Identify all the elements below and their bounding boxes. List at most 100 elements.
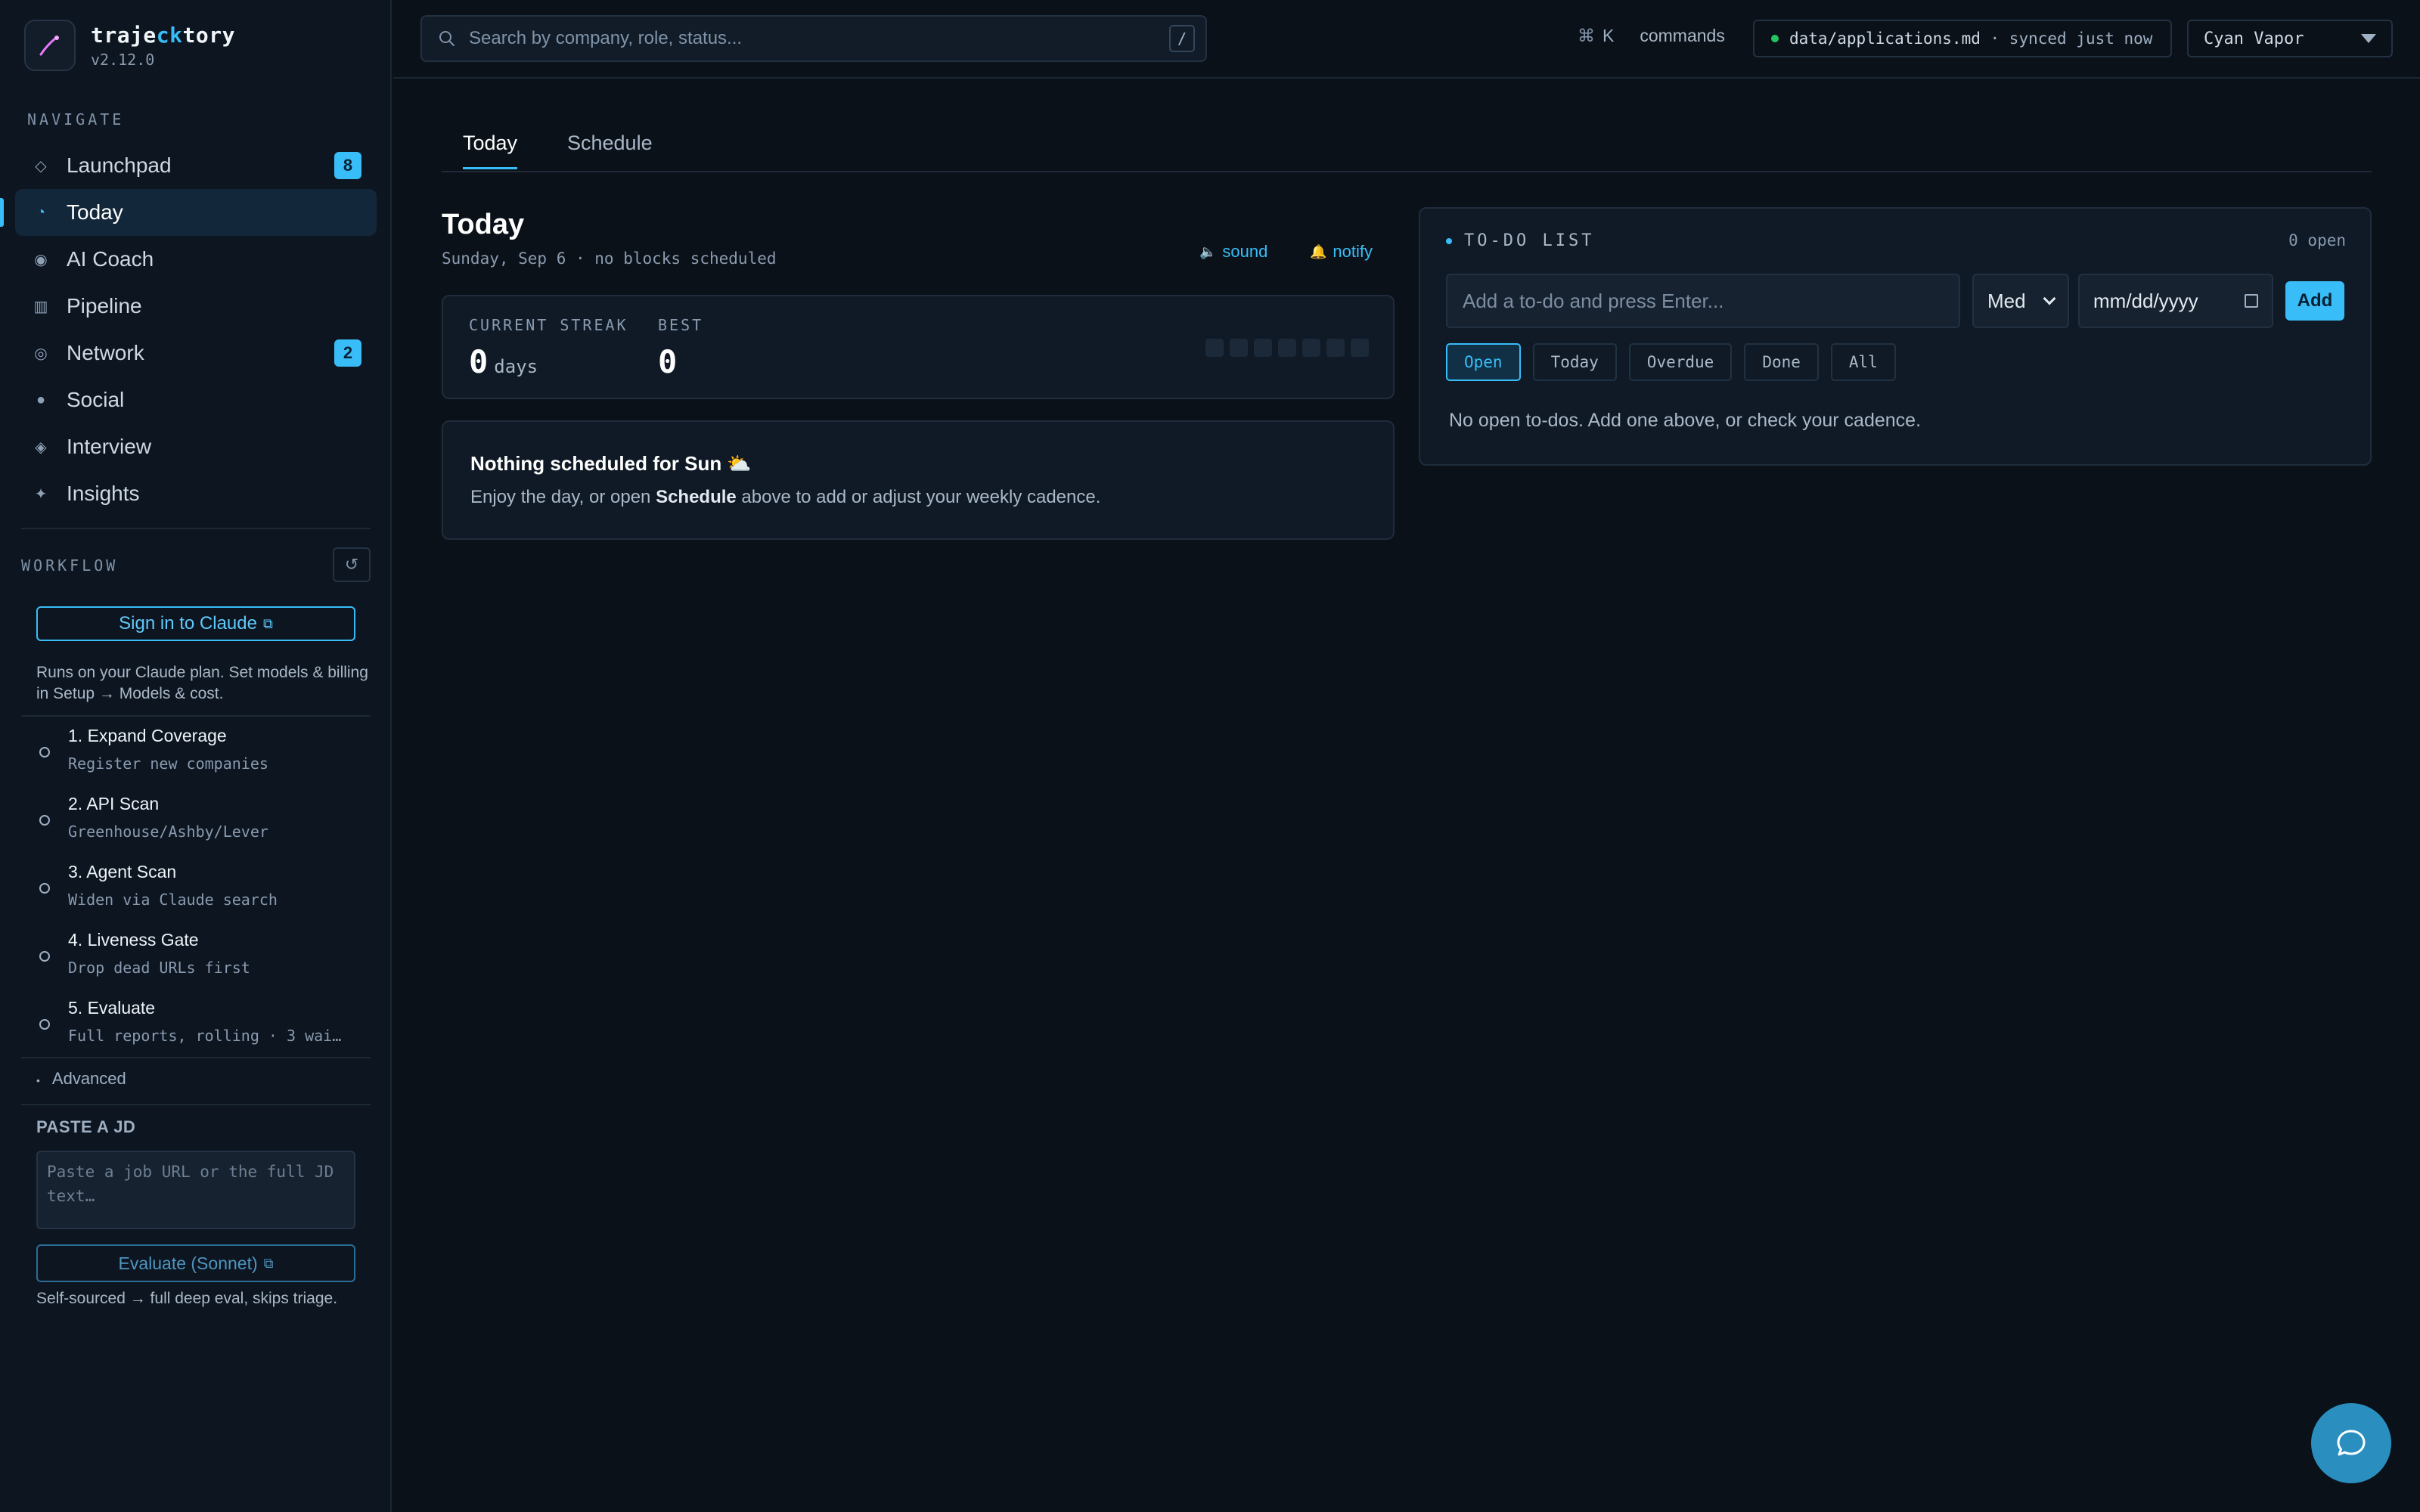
- advanced-label: Advanced: [51, 1069, 126, 1088]
- divider: [21, 1057, 371, 1058]
- current-streak-value: 0 days: [469, 343, 538, 380]
- sign-in-claude-button[interactable]: Sign in to Claude ⧉: [36, 606, 355, 641]
- step-title: 5. Evaluate: [68, 998, 156, 1018]
- streak-card: CURRENT STREAK 0 days BEST 0: [442, 295, 1395, 399]
- sidebar-item-launchpad[interactable]: ◇ Launchpad 8: [15, 142, 377, 189]
- sync-status[interactable]: data/applications.md · synced just now: [1753, 20, 2172, 57]
- workflow-step[interactable]: 1. Expand Coverage Register new companie…: [36, 723, 369, 791]
- schedule-link[interactable]: Schedule: [656, 487, 737, 507]
- due-date-field[interactable]: mm/dd/yyyy: [2078, 274, 2273, 328]
- top-bar: / ⌘ K commands data/applications.md · sy…: [393, 0, 2420, 79]
- filter-overdue[interactable]: Overdue: [1628, 343, 1733, 381]
- external-link-icon: ⧉: [263, 1255, 274, 1271]
- bell-icon: 🔔: [1310, 243, 1327, 259]
- todo-card: TO-DO LIST 0 open Med mm/dd/yyyy Add Ope…: [1419, 207, 2372, 466]
- workflow-step[interactable]: 3. Agent Scan Widen via Claude search: [36, 859, 369, 927]
- streak-unit: days: [494, 356, 538, 377]
- sidebar-item-today[interactable]: ◔ Today: [0, 189, 377, 236]
- shortcut-key: /: [1169, 25, 1195, 52]
- workflow-steps: 1. Expand Coverage Register new companie…: [36, 723, 369, 1063]
- sidebar-item-pipeline[interactable]: ▥ Pipeline: [15, 283, 377, 330]
- bullet-icon: [1446, 237, 1452, 244]
- divider: [21, 715, 371, 717]
- command-palette-button[interactable]: ⌘ K commands: [1578, 26, 1725, 46]
- network-icon: ◎: [34, 345, 48, 362]
- notify-label: notify: [1333, 242, 1373, 261]
- target-icon: ◉: [34, 251, 48, 268]
- paste-jd-label: PASTE A JD: [36, 1117, 136, 1136]
- tab-schedule[interactable]: Schedule: [567, 132, 653, 167]
- advanced-toggle[interactable]: • Advanced: [36, 1069, 126, 1089]
- search-icon: [439, 31, 455, 46]
- streak-day-box: [1205, 339, 1224, 357]
- bullet-icon: •: [36, 1074, 40, 1086]
- nav-list: ◇ Launchpad 8 ◔ Today ◉ AI Coach ▥ Pipel…: [0, 142, 377, 517]
- filter-open[interactable]: Open: [1446, 343, 1521, 381]
- filter-all[interactable]: All: [1830, 343, 1896, 381]
- streak-day-box: [1326, 339, 1345, 357]
- sidebar-item-label: Insights: [67, 482, 140, 505]
- search-input[interactable]: [469, 28, 1169, 49]
- sync-path: data/applications.md: [1789, 29, 1981, 48]
- filter-done[interactable]: Done: [1744, 343, 1819, 381]
- count-badge: 8: [334, 152, 361, 179]
- theme-select[interactable]: Cyan Vapor: [2187, 20, 2393, 57]
- notify-toggle[interactable]: 🔔 notify: [1310, 242, 1373, 262]
- sidebar-item-label: Network: [67, 341, 144, 364]
- todo-input[interactable]: [1446, 274, 1960, 328]
- sidebar-item-interview[interactable]: ◈ Interview: [15, 423, 377, 470]
- streak-day-box: [1254, 339, 1272, 357]
- best-streak-label: BEST: [658, 316, 704, 334]
- external-link-icon: ⧉: [262, 615, 273, 631]
- priority-select[interactable]: Med: [1972, 274, 2069, 328]
- workflow-step[interactable]: 2. API Scan Greenhouse/Ashby/Lever: [36, 791, 369, 859]
- step-subtitle: Full reports, rolling · 3 wai…: [68, 1027, 342, 1045]
- chat-button[interactable]: [2311, 1403, 2391, 1483]
- brand[interactable]: trajecktory v2.12.0: [24, 18, 235, 73]
- sound-toggle[interactable]: 🔈 sound: [1199, 242, 1267, 262]
- sign-in-label: Sign in to Claude: [119, 613, 257, 634]
- sidebar-item-social[interactable]: ● Social: [15, 376, 377, 423]
- due-date-placeholder: mm/dd/yyyy: [2093, 289, 2198, 312]
- step-subtitle: Greenhouse/Ashby/Lever: [68, 823, 268, 841]
- empty-schedule-title: Nothing scheduled for Sun ⛅: [470, 452, 752, 475]
- workflow-section-label: WORKFLOW: [21, 556, 119, 575]
- refresh-icon[interactable]: ↺: [333, 547, 371, 582]
- sidebar-item-ai-coach[interactable]: ◉ AI Coach: [15, 236, 377, 283]
- step-subtitle: Register new companies: [68, 754, 268, 773]
- divider: [21, 528, 371, 529]
- best-streak-value: 0: [658, 343, 678, 380]
- brand-version: v2.12.0: [91, 50, 155, 69]
- step-title: 1. Expand Coverage: [68, 726, 227, 745]
- evaluate-note: Self-sourced → full deep eval, skips tri…: [36, 1290, 338, 1307]
- sidebar: trajecktory v2.12.0 NAVIGATE ◇ Launchpad…: [0, 0, 392, 1512]
- evaluate-button[interactable]: Evaluate (Sonnet) ⧉: [36, 1244, 355, 1282]
- workflow-step[interactable]: 5. Evaluate Full reports, rolling · 3 wa…: [36, 995, 369, 1063]
- add-todo-button[interactable]: Add: [2285, 281, 2344, 321]
- interview-icon: ◈: [35, 438, 47, 456]
- count-badge: 2: [334, 339, 361, 367]
- columns-icon: ▥: [33, 298, 48, 315]
- plan-note: Runs on your Claude plan. Set models & b…: [36, 664, 368, 702]
- search-bar[interactable]: /: [420, 15, 1207, 62]
- step-subtitle: Drop dead URLs first: [68, 959, 250, 977]
- social-icon: ●: [36, 391, 46, 408]
- filter-today[interactable]: Today: [1532, 343, 1617, 381]
- streak-day-box: [1278, 339, 1296, 357]
- clock-icon: ◔: [36, 203, 46, 221]
- current-streak-label: CURRENT STREAK: [469, 316, 628, 334]
- paste-jd-input[interactable]: [36, 1151, 355, 1229]
- sidebar-item-insights[interactable]: ✦ Insights: [15, 470, 377, 517]
- sidebar-item-network[interactable]: ◎ Network 2: [15, 330, 377, 376]
- calendar-icon[interactable]: [2245, 294, 2258, 308]
- command-key-icon: ⌘: [1578, 26, 1595, 45]
- chat-bubble-icon: [2337, 1430, 2366, 1456]
- step-title: 2. API Scan: [68, 794, 160, 813]
- sound-label: sound: [1222, 242, 1268, 261]
- workflow-step[interactable]: 4. Liveness Gate Drop dead URLs first: [36, 927, 369, 995]
- sidebar-item-label: Pipeline: [67, 294, 142, 318]
- tab-today[interactable]: Today: [463, 132, 518, 169]
- streak-history: [1199, 339, 1369, 357]
- sparkle-icon: ✦: [34, 485, 48, 503]
- tab-bar: Today Schedule: [442, 121, 2372, 172]
